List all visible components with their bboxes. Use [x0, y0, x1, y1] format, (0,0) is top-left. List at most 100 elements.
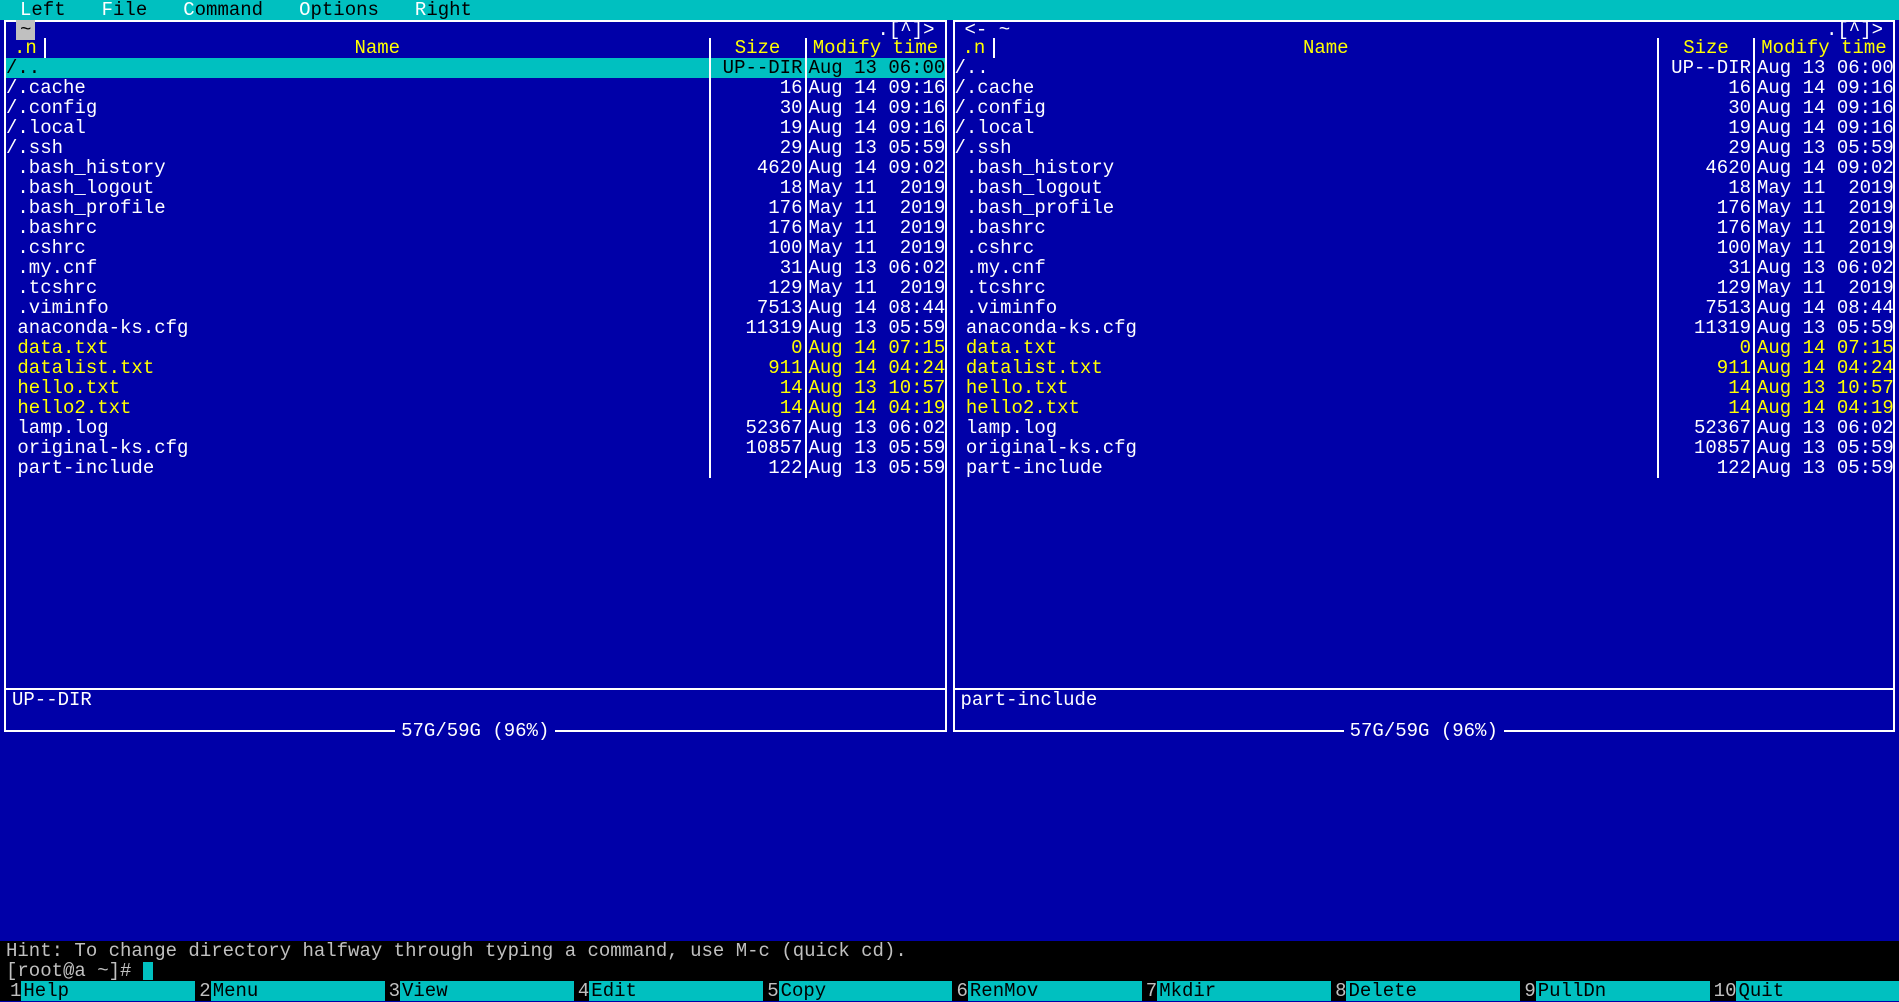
left-disk-usage: 57G/59G (96%)	[6, 721, 945, 741]
table-row[interactable]: lamp.log52367Aug 13 06:02	[6, 418, 945, 438]
col-header-size[interactable]: Size	[711, 38, 807, 58]
col-header-mark[interactable]: .n	[6, 38, 46, 58]
table-row[interactable]: /.config30Aug 14 09:16	[6, 98, 945, 118]
file-size: 10857	[1659, 438, 1755, 458]
table-row[interactable]: .bashrc176May 11 2019	[6, 218, 945, 238]
fkey-help[interactable]: 1Help	[6, 981, 195, 1001]
table-row[interactable]: .my.cnf31Aug 13 06:02	[955, 258, 1894, 278]
file-size: 176	[1659, 198, 1755, 218]
table-row[interactable]: data.txt0Aug 14 07:15	[6, 338, 945, 358]
left-panel-path[interactable]: ~	[16, 20, 35, 40]
table-row[interactable]: .cshrc100May 11 2019	[955, 238, 1894, 258]
table-row[interactable]: /.local19Aug 14 09:16	[6, 118, 945, 138]
table-row[interactable]: original-ks.cfg10857Aug 13 05:59	[955, 438, 1894, 458]
fkey-label: Copy	[779, 981, 953, 1001]
left-status: UP--DIR	[6, 690, 945, 712]
table-row[interactable]: /..UP--DIRAug 13 06:00	[955, 58, 1894, 78]
col-header-name[interactable]: Name	[995, 38, 1660, 58]
menu-left[interactable]: Left	[20, 0, 102, 20]
table-row[interactable]: /.ssh29Aug 13 05:59	[6, 138, 945, 158]
right-status: part-include	[955, 690, 1894, 712]
table-row[interactable]: .bashrc176May 11 2019	[955, 218, 1894, 238]
fkey-number: 2	[195, 981, 210, 1001]
col-header-mtime[interactable]: Modify time	[1755, 38, 1893, 58]
fkey-label: Mkdir	[1157, 981, 1331, 1001]
file-size: 100	[711, 238, 807, 258]
fkey-label: Edit	[589, 981, 763, 1001]
file-mtime: Aug 14 07:15	[807, 338, 945, 358]
fkey-menu[interactable]: 2Menu	[195, 981, 384, 1001]
fkey-label: Menu	[211, 981, 385, 1001]
table-row[interactable]: hello2.txt14Aug 14 04:19	[955, 398, 1894, 418]
fkey-view[interactable]: 3View	[385, 981, 574, 1001]
file-mtime: Aug 13 05:59	[807, 138, 945, 158]
table-row[interactable]: .bash_profile176May 11 2019	[6, 198, 945, 218]
table-row[interactable]: .my.cnf31Aug 13 06:02	[6, 258, 945, 278]
fkey-mkdir[interactable]: 7Mkdir	[1142, 981, 1331, 1001]
file-size: 0	[711, 338, 807, 358]
left-file-list[interactable]: /..UP--DIRAug 13 06:00/.cache16Aug 14 09…	[6, 58, 945, 478]
table-row[interactable]: .viminfo7513Aug 14 08:44	[955, 298, 1894, 318]
table-row[interactable]: hello.txt14Aug 13 10:57	[6, 378, 945, 398]
menu-file[interactable]: File	[102, 0, 184, 20]
table-row[interactable]: anaconda-ks.cfg11319Aug 13 05:59	[6, 318, 945, 338]
table-row[interactable]: lamp.log52367Aug 13 06:02	[955, 418, 1894, 438]
file-mtime: Aug 13 06:00	[807, 58, 945, 78]
fkey-number: 3	[385, 981, 400, 1001]
table-row[interactable]: hello2.txt14Aug 14 04:19	[6, 398, 945, 418]
table-row[interactable]: .cshrc100May 11 2019	[6, 238, 945, 258]
fkey-edit[interactable]: 4Edit	[574, 981, 763, 1001]
col-header-size[interactable]: Size	[1659, 38, 1755, 58]
table-row[interactable]: .tcshrc129May 11 2019	[955, 278, 1894, 298]
right-panel-indicator[interactable]: .[^]>	[1826, 20, 1883, 40]
table-row[interactable]: hello.txt14Aug 13 10:57	[955, 378, 1894, 398]
table-row[interactable]: data.txt0Aug 14 07:15	[955, 338, 1894, 358]
table-row[interactable]: /.cache16Aug 14 09:16	[6, 78, 945, 98]
fkey-number: 6	[952, 981, 967, 1001]
right-file-list[interactable]: /..UP--DIRAug 13 06:00/.cache16Aug 14 09…	[955, 58, 1894, 478]
table-row[interactable]: datalist.txt911Aug 14 04:24	[6, 358, 945, 378]
fkey-delete[interactable]: 8Delete	[1331, 981, 1520, 1001]
table-row[interactable]: original-ks.cfg10857Aug 13 05:59	[6, 438, 945, 458]
panels-container: ~ .[^]> .n Name Size Modify time /..UP--…	[0, 20, 1899, 732]
fkey-pulldn[interactable]: 9PullDn	[1520, 981, 1709, 1001]
file-mtime: Aug 14 09:02	[1755, 158, 1893, 178]
right-panel[interactable]: <- ~ .[^]> .n Name Size Modify time /..U…	[953, 20, 1896, 732]
file-size: 176	[711, 198, 807, 218]
fkey-quit[interactable]: 10Quit	[1710, 981, 1899, 1001]
table-row[interactable]: anaconda-ks.cfg11319Aug 13 05:59	[955, 318, 1894, 338]
left-panel-indicator[interactable]: .[^]>	[877, 20, 934, 40]
table-row[interactable]: .bash_logout18May 11 2019	[6, 178, 945, 198]
menu-right[interactable]: Right	[415, 0, 508, 20]
left-panel[interactable]: ~ .[^]> .n Name Size Modify time /..UP--…	[4, 20, 947, 732]
right-panel-path[interactable]: <- ~	[965, 20, 1011, 40]
table-row[interactable]: /.local19Aug 14 09:16	[955, 118, 1894, 138]
col-header-mark[interactable]: .n	[955, 38, 995, 58]
shell-prompt[interactable]: [root@a ~]#	[6, 961, 1899, 981]
table-row[interactable]: .viminfo7513Aug 14 08:44	[6, 298, 945, 318]
table-row[interactable]: /.ssh29Aug 13 05:59	[955, 138, 1894, 158]
table-row[interactable]: /..UP--DIRAug 13 06:00	[6, 58, 945, 78]
table-row[interactable]: .bash_logout18May 11 2019	[955, 178, 1894, 198]
table-row[interactable]: .bash_history4620Aug 14 09:02	[6, 158, 945, 178]
table-row[interactable]: /.config30Aug 14 09:16	[955, 98, 1894, 118]
menu-options[interactable]: Options	[299, 0, 415, 20]
table-row[interactable]: part-include122Aug 13 05:59	[6, 458, 945, 478]
fkey-copy[interactable]: 5Copy	[763, 981, 952, 1001]
table-row[interactable]: /.cache16Aug 14 09:16	[955, 78, 1894, 98]
col-header-mtime[interactable]: Modify time	[807, 38, 945, 58]
file-size: 14	[711, 378, 807, 398]
file-mtime: Aug 14 09:16	[807, 98, 945, 118]
table-row[interactable]: .tcshrc129May 11 2019	[6, 278, 945, 298]
table-row[interactable]: .bash_profile176May 11 2019	[955, 198, 1894, 218]
col-header-name[interactable]: Name	[46, 38, 711, 58]
file-size: 11319	[711, 318, 807, 338]
table-row[interactable]: part-include122Aug 13 05:59	[955, 458, 1894, 478]
file-name: .bash_history	[6, 158, 711, 178]
table-row[interactable]: .bash_history4620Aug 14 09:02	[955, 158, 1894, 178]
fkey-renmov[interactable]: 6RenMov	[952, 981, 1141, 1001]
table-row[interactable]: datalist.txt911Aug 14 04:24	[955, 358, 1894, 378]
file-size: 14	[1659, 378, 1755, 398]
file-name: lamp.log	[955, 418, 1660, 438]
menu-command[interactable]: Command	[183, 0, 299, 20]
